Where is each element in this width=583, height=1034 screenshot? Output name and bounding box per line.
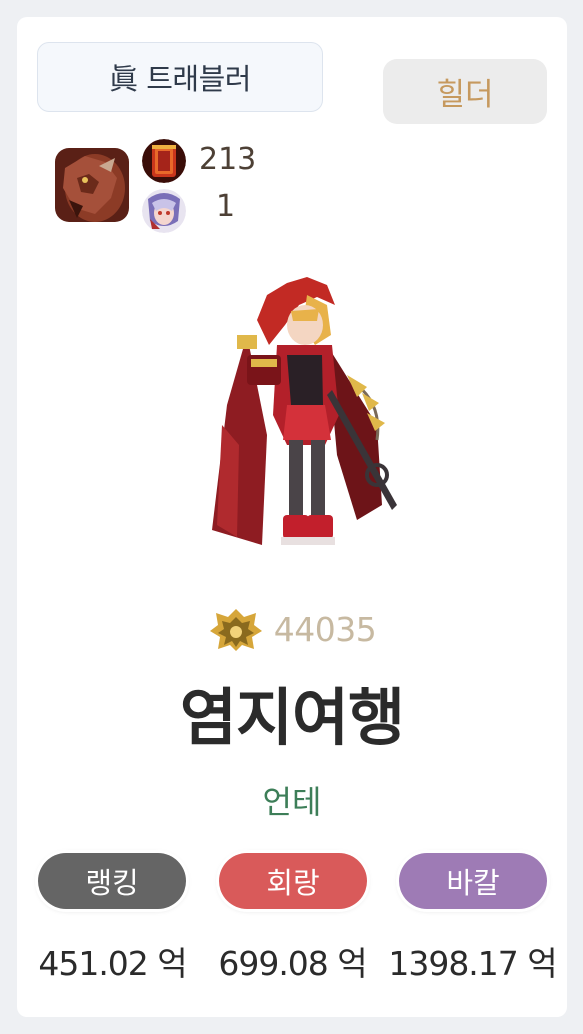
item-count-2: 1: [216, 189, 236, 224]
item-count-1: 213: [199, 142, 257, 177]
fame-value: 44035: [273, 609, 377, 649]
bakal-button[interactable]: 바칼: [399, 853, 547, 909]
gold-crest-icon: [209, 609, 262, 651]
adventure-name: 언테: [262, 783, 322, 821]
character-name: 염지여행: [179, 681, 405, 754]
ranking-label: 랭킹: [85, 866, 139, 900]
corridor-value: 699.08 억: [218, 944, 367, 983]
class-title-label: 眞 트래블러: [109, 62, 251, 96]
class-title-badge: 眞 트래블러: [37, 42, 323, 112]
bakal-value: 1398.17 억: [388, 944, 557, 983]
character-sprite: [207, 275, 407, 560]
corridor-button[interactable]: 회랑: [219, 853, 367, 909]
fame-display: 44035: [17, 605, 567, 653]
character-card: 眞 트래블러 힐더 213 1 44035 염지여행 언테 랭킹 회랑 바칼 4…: [17, 17, 567, 1017]
pet-creature-icon: [55, 148, 129, 222]
ranking-button[interactable]: 랭킹: [38, 853, 186, 909]
ranking-value: 451.02 억: [38, 944, 187, 983]
role-label: 힐더: [436, 77, 494, 113]
bakal-label: 바칼: [446, 866, 500, 900]
role-button[interactable]: 힐더: [383, 59, 547, 124]
corridor-label: 회랑: [266, 866, 320, 900]
creature-portrait-icon: [142, 189, 186, 233]
red-armor-icon: [142, 139, 186, 183]
